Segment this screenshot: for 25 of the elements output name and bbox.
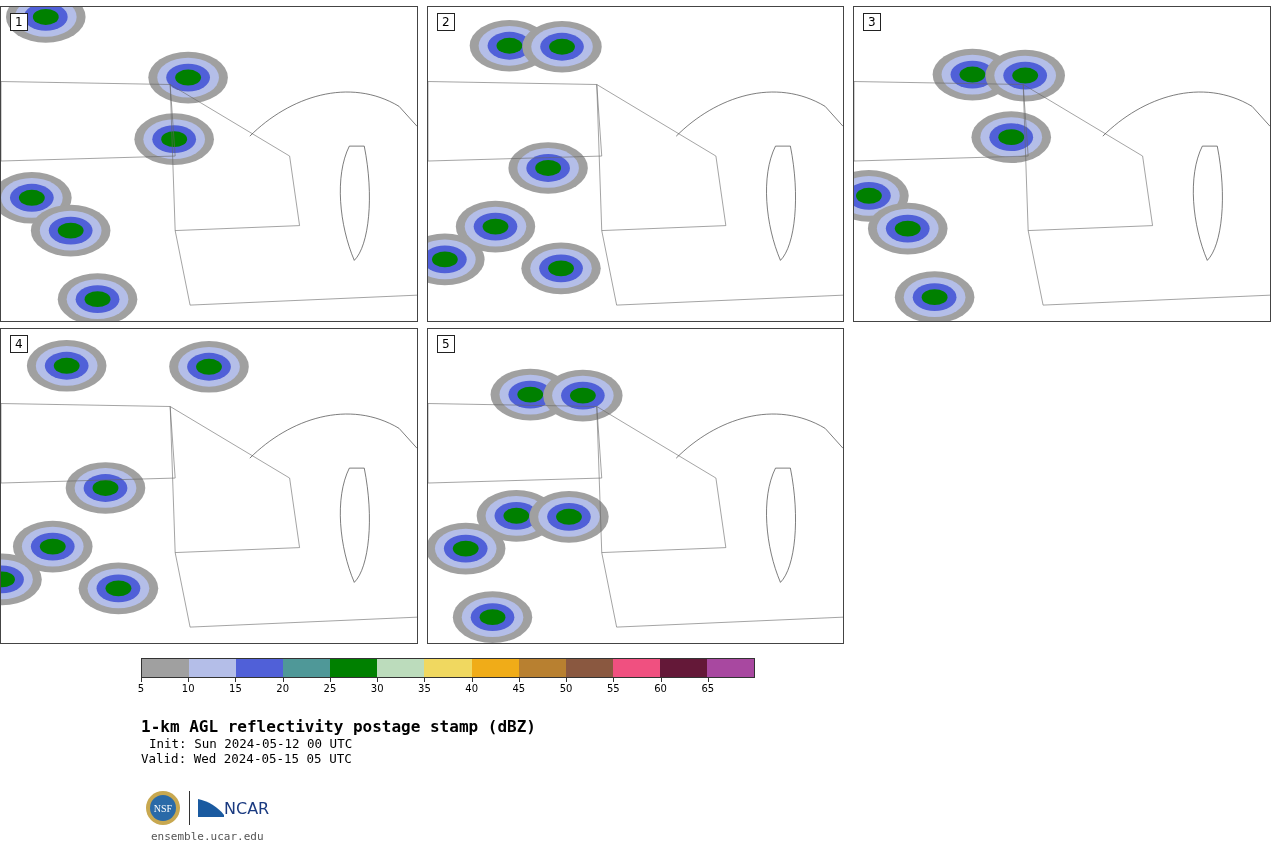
panel-number: 4	[10, 335, 28, 353]
tick-label: 15	[229, 683, 242, 694]
tick-label: 20	[276, 683, 290, 694]
ncar-wordmark: NCAR	[224, 801, 270, 817]
tick-label: 55	[607, 683, 620, 694]
panel-number: 3	[863, 13, 881, 31]
init-time: Init: Sun 2024-05-12 00 UTC	[149, 736, 354, 751]
panel-number: 1	[10, 13, 28, 31]
tick-label: 40	[465, 683, 478, 694]
tick-label: 50	[559, 683, 573, 694]
tick-label: 60	[654, 683, 667, 694]
tick-label: 65	[701, 683, 715, 694]
tick-label: 30	[370, 683, 384, 694]
tick-label: 5	[137, 683, 145, 694]
wing-icon	[198, 799, 224, 817]
tick-label: 25	[323, 683, 337, 694]
panel-number: 2	[437, 13, 455, 31]
tick-label: 10	[181, 683, 195, 694]
valid-time: Valid: Wed 2024-05-15 05 UTC	[141, 751, 353, 766]
nsf-logo: NSF	[145, 790, 181, 826]
site-url: ensemble.ucar.edu	[151, 830, 265, 843]
panel-number: 5	[437, 335, 455, 353]
chart-title: 1-km AGL reflectivity postage stamp (dBZ)	[141, 717, 537, 736]
tick-label: 35	[418, 683, 431, 694]
tick-label: 45	[512, 683, 526, 694]
